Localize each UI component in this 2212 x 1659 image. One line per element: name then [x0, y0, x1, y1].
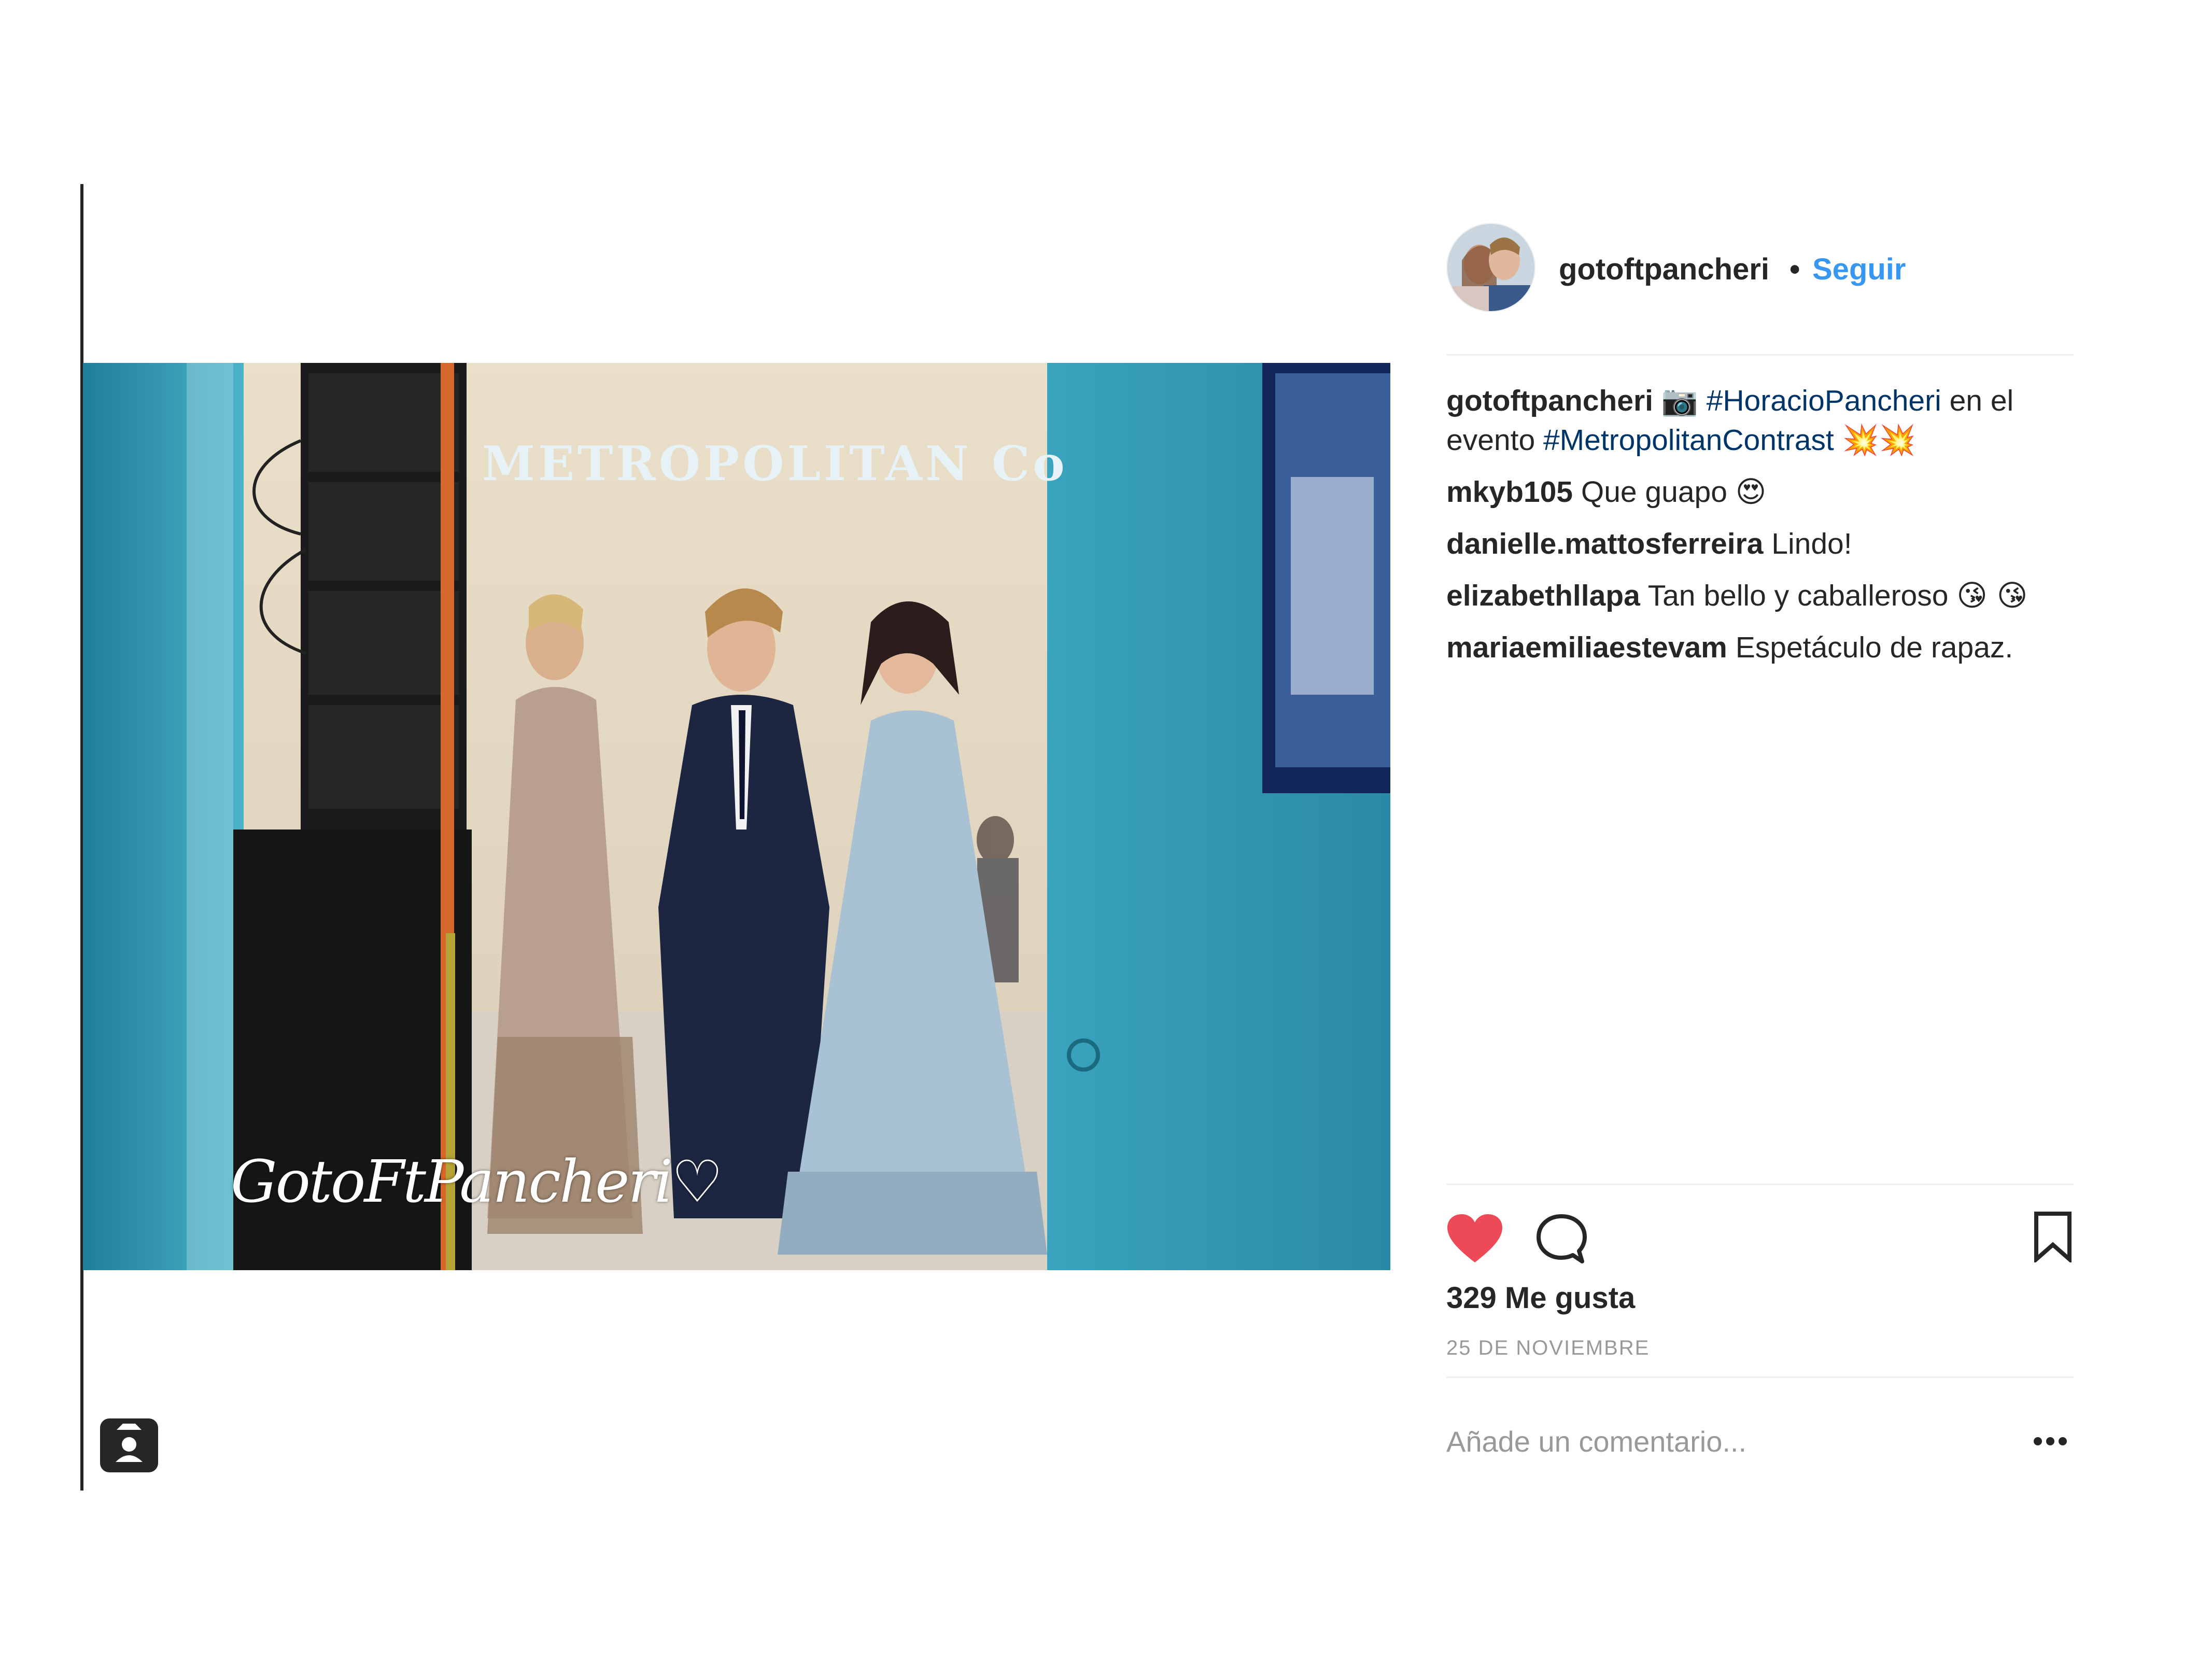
comment-text: Tan bello y caballeroso [1647, 579, 1949, 612]
event-sign-text: METROPOLITAN Co [482, 435, 1068, 491]
bookmark-icon[interactable] [2032, 1211, 2074, 1262]
comment-item: mkyb105 Que guapo 😍 [1446, 472, 2074, 512]
follow-button[interactable]: Seguir [1812, 252, 1906, 287]
comment-icon[interactable] [1534, 1213, 1589, 1265]
post-actions [1446, 1205, 2074, 1268]
like-count[interactable]: 329 Me gusta [1446, 1281, 1635, 1315]
comment-username[interactable]: mkyb105 [1446, 475, 1573, 509]
caption-username[interactable]: gotoftpancheri [1446, 384, 1653, 417]
hashtag-link[interactable]: #MetropolitanContrast [1543, 424, 1834, 457]
comment-divider [1446, 1376, 2074, 1378]
post-photo[interactable]: METROPOLITAN Co GotoFtPancheri♡ [83, 363, 1390, 1270]
post-username[interactable]: gotoftpancheri [1559, 252, 1769, 287]
separator-dot: • [1790, 252, 1800, 286]
camera-emoji: 📷 [1661, 384, 1698, 418]
heart-icon[interactable] [1446, 1213, 1503, 1265]
actions-divider [1446, 1184, 2074, 1185]
comment-username[interactable]: mariaemiliaestevam [1446, 631, 1727, 664]
tag-user-icon [116, 1424, 143, 1462]
more-options-icon[interactable] [2030, 1423, 2071, 1459]
hashtag-link[interactable]: #HoracioPancheri [1707, 384, 1941, 417]
comment-emoji: 😍 [1735, 475, 1767, 509]
header-divider [1446, 354, 2074, 356]
comment-item: elizabethllapa Tan bello y caballeroso 😘… [1446, 576, 2074, 615]
comment-item: mariaemiliaestevam Espetáculo de rapaz. [1446, 628, 2074, 667]
photo-watermark: GotoFtPancheri♡ [231, 1148, 723, 1216]
comment-emoji: 😘 😘 [1956, 579, 2028, 613]
comment-text: Lindo! [1771, 527, 1852, 560]
comment-text: Espetáculo de rapaz. [1735, 631, 2013, 664]
comment-item: danielle.mattosferreira Lindo! [1446, 524, 2074, 564]
comment-username[interactable]: danielle.mattosferreira [1446, 527, 1763, 560]
post-header: gotoftpancheri • Seguir [1446, 223, 2074, 353]
avatar[interactable] [1446, 223, 1535, 312]
comments-list: gotoftpancheri 📷 #HoracioPancheri en el … [1446, 381, 2074, 680]
caption-emojis: 💥💥 [1842, 423, 1916, 457]
comment-text: Que guapo [1581, 475, 1727, 509]
caption: gotoftpancheri 📷 #HoracioPancheri en el … [1446, 381, 2074, 460]
tag-user-button[interactable] [100, 1418, 158, 1472]
comment-username[interactable]: elizabethllapa [1446, 579, 1640, 612]
post-date[interactable]: 25 DE NOVIEMBRE [1446, 1337, 1650, 1360]
add-comment-input[interactable] [1446, 1415, 1991, 1467]
